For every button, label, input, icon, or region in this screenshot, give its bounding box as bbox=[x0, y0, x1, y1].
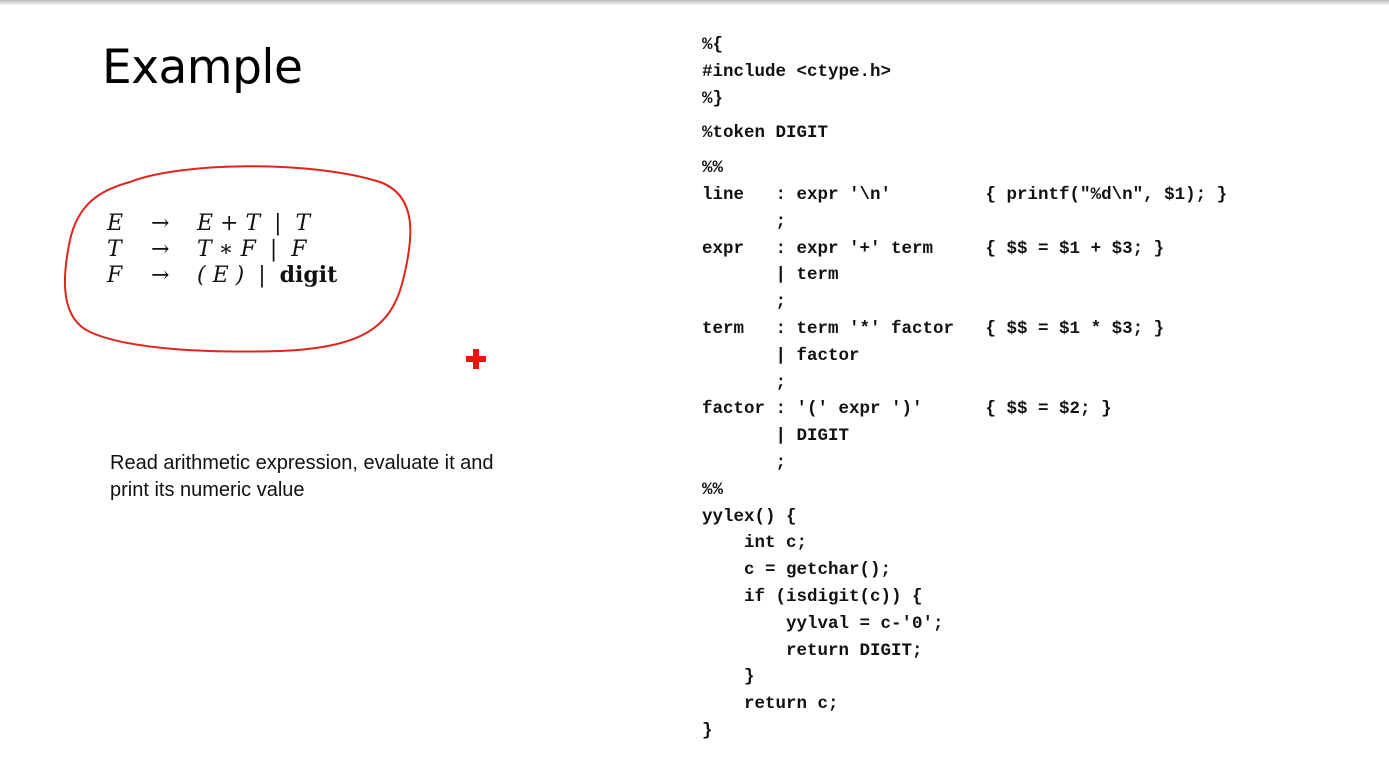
code-line: line : expr '\n' { printf("%d\n", $1); } bbox=[702, 184, 1228, 205]
laser-pointer-cursor-icon bbox=[466, 349, 486, 369]
code-line: | DIGIT bbox=[702, 426, 850, 447]
rule-rhs: E + T | T bbox=[197, 210, 311, 236]
grammar-rule: F → ( E ) | digit bbox=[107, 262, 337, 288]
code-line: %% bbox=[702, 158, 724, 179]
code-line: return DIGIT; bbox=[702, 640, 923, 661]
arrow-symbol: → bbox=[151, 262, 170, 288]
grammar-annotation: E → E + T | T T → T ∗ F | F F → ( E ) | … bbox=[60, 160, 420, 360]
code-line: int c; bbox=[702, 533, 808, 554]
code-line: expr : expr '+' term { $$ = $1 + $3; } bbox=[702, 238, 1165, 259]
rule-lhs: T bbox=[107, 236, 122, 262]
code-line: %% bbox=[702, 479, 724, 500]
arrow-symbol: → bbox=[151, 210, 170, 236]
code-line: ; bbox=[702, 372, 787, 393]
code-line: if (isdigit(c)) { bbox=[702, 586, 923, 607]
arrow-symbol: → bbox=[151, 236, 170, 262]
code-line: factor : '(' expr ')' { $$ = $2; } bbox=[702, 399, 1112, 420]
rule-lhs: E bbox=[107, 210, 124, 236]
description-line: print its numeric value bbox=[110, 479, 305, 501]
code-line: yylex() { bbox=[702, 506, 797, 527]
slide-description: Read arithmetic expression, evaluate it … bbox=[110, 450, 590, 504]
code-line: return c; bbox=[702, 694, 839, 715]
code-line: %} bbox=[702, 88, 724, 109]
description-line: Read arithmetic expression, evaluate it … bbox=[110, 452, 494, 474]
code-line: ; bbox=[702, 452, 787, 473]
code-line: #include <ctype.h> bbox=[702, 61, 892, 82]
rule-rhs-text: ( E ) | bbox=[197, 263, 280, 288]
code-line: c = getchar(); bbox=[702, 560, 892, 581]
yacc-code-listing: %{ #include <ctype.h>%} %token DIGIT%% line… bbox=[702, 32, 1227, 745]
rule-lhs: F bbox=[107, 262, 123, 288]
code-line: term : term '*' factor { $$ = $1 * $3; } bbox=[702, 318, 1165, 339]
code-line: | term bbox=[702, 265, 839, 286]
rule-rhs-bold: digit bbox=[279, 262, 338, 288]
code-line: %token DIGIT bbox=[702, 123, 829, 144]
code-line: | factor bbox=[702, 345, 860, 366]
code-line: %{ bbox=[702, 35, 724, 55]
rule-rhs: ( E ) | digit bbox=[197, 262, 337, 288]
code-line: } bbox=[702, 720, 713, 741]
grammar-rule: T → T ∗ F | F bbox=[107, 236, 337, 262]
slide-title: Example bbox=[102, 40, 303, 95]
code-line: } bbox=[702, 667, 755, 688]
rule-rhs: T ∗ F | F bbox=[197, 236, 307, 262]
window-top-edge bbox=[0, 0, 1389, 5]
grammar-rules: E → E + T | T T → T ∗ F | F F → ( E ) | … bbox=[107, 210, 337, 289]
code-line: yylval = c-'0'; bbox=[702, 613, 944, 634]
code-line: ; bbox=[702, 292, 787, 313]
grammar-rule: E → E + T | T bbox=[107, 210, 337, 236]
code-line: ; bbox=[702, 211, 787, 232]
